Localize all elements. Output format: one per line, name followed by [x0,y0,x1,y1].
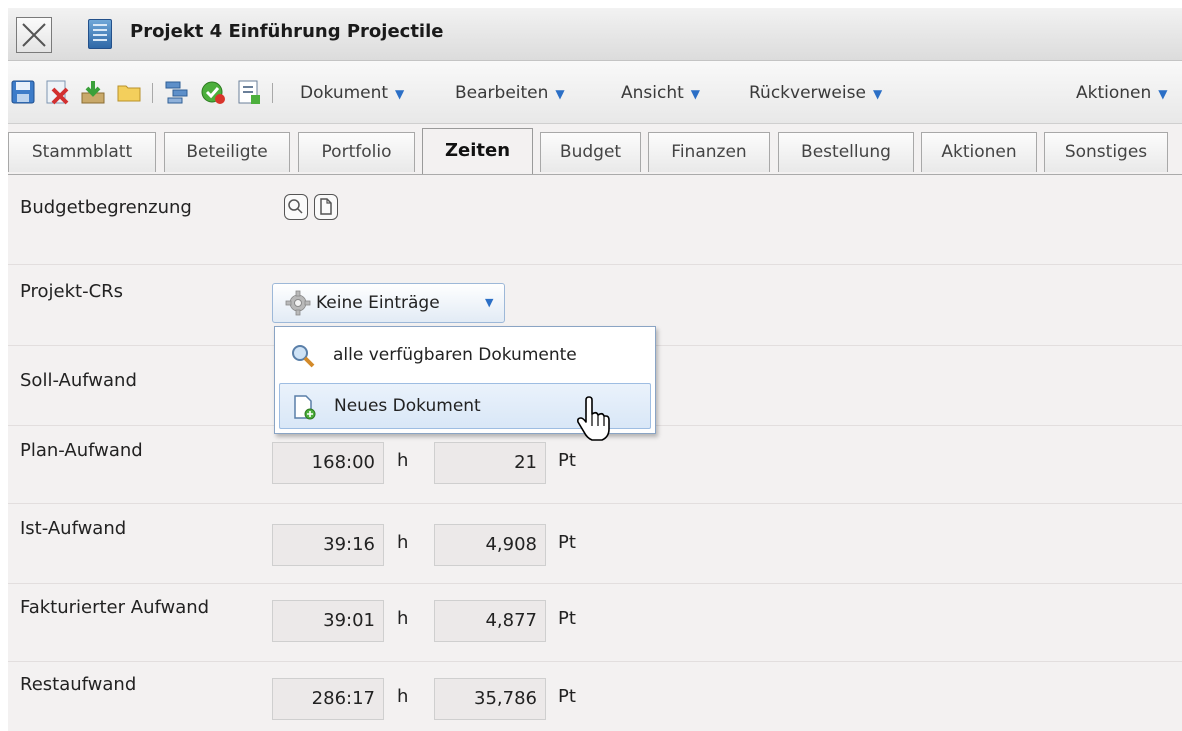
unit-hours: h [397,686,409,707]
tab-bestellung[interactable]: Bestellung [778,132,914,172]
label-projekt-crs: Projekt-CRs [20,281,124,302]
gear-icon [285,290,311,316]
tab-stammblatt[interactable]: Stammblatt [8,132,156,172]
new-document-button[interactable] [314,194,338,220]
ist-hours-field[interactable]: 39:16 [272,524,384,566]
row-budgetbegrenzung: Budgetbegrenzung [8,175,1182,265]
tab-sonstiges[interactable]: Sonstiges [1044,132,1168,172]
menu-rueckverweise[interactable]: Rückverweise ▼ [749,83,882,103]
chevron-down-icon: ▼ [872,87,883,101]
close-icon [22,23,46,47]
label-plan-aufwand: Plan-Aufwand [20,440,143,461]
unit-hours: h [397,450,409,471]
app-window: Projekt 4 Einführung Projectile Dokument… [8,8,1182,731]
new-document-icon [294,395,316,420]
document-icon [320,198,332,215]
approve-icon[interactable] [200,79,226,105]
close-button[interactable] [16,17,52,53]
row-fakturierter-aufwand: Fakturierter Aufwand 39:01 h 4,877 Pt [8,584,1182,662]
menu-rueckverweise-label: Rückverweise [749,83,866,103]
ist-points-field[interactable]: 4,908 [434,524,546,566]
row-restaufwand: Restaufwand 286:17 h 35,786 Pt [8,662,1182,731]
hand-cursor-icon [577,396,610,441]
plan-hours-field[interactable]: 168:00 [272,442,384,484]
unit-points: Pt [558,608,576,629]
unit-points: Pt [558,686,576,707]
menu-ansicht-label: Ansicht [621,83,684,103]
chevron-down-icon: ▼ [395,87,405,101]
label-ist-aufwand: Ist-Aufwand [20,518,127,539]
menu-bearbeiten-label: Bearbeiten [455,83,549,103]
chevron-down-icon: ▼ [485,296,494,309]
folder-icon[interactable] [116,79,142,105]
unit-hours: h [397,532,409,553]
import-icon[interactable] [80,79,106,105]
label-soll-aufwand: Soll-Aufwand [20,370,137,391]
rest-hours-field[interactable]: 286:17 [272,678,384,720]
toolbar-separator [272,83,273,103]
project-document-icon [88,19,112,49]
tab-portfolio[interactable]: Portfolio [298,132,415,172]
search-icon [288,199,303,214]
menu-ansicht[interactable]: Ansicht ▼ [621,83,700,103]
toolbar: Dokument ▼ Bearbeiten ▼ Ansicht ▼ Rückverwe… [8,61,1182,124]
tab-aktionen[interactable]: Aktionen [921,132,1037,172]
save-icon[interactable] [10,79,36,105]
fakturiert-hours-field[interactable]: 39:01 [272,600,384,642]
menu-item-alle-dokumente[interactable]: alle verfügbaren Dokumente [279,333,651,379]
label-budgetbegrenzung: Budgetbegrenzung [20,197,192,218]
unit-hours: h [397,608,409,629]
plan-points-field[interactable]: 21 [434,442,546,484]
label-restaufwand: Restaufwand [20,674,137,695]
chevron-down-icon: ▼ [555,87,565,101]
menu-aktionen-label: Aktionen [1076,83,1152,103]
projekt-crs-button-label: Keine Einträge [316,293,440,313]
menu-item-label: Neues Dokument [334,396,481,416]
projekt-crs-menu-button[interactable]: Keine Einträge ▼ [272,283,505,323]
window-title: Projekt 4 Einführung Projectile [130,21,444,42]
fakturiert-points-field[interactable]: 4,877 [434,600,546,642]
menu-dokument[interactable]: Dokument ▼ [300,83,404,103]
menu-item-label: alle verfügbaren Dokumente [333,345,577,365]
menu-bearbeiten[interactable]: Bearbeiten ▼ [455,83,565,103]
tab-finanzen[interactable]: Finanzen [648,132,770,172]
toolbar-separator [152,83,153,103]
menu-dokument-label: Dokument [300,83,389,103]
menu-aktionen[interactable]: Aktionen ▼ [1076,83,1168,103]
chevron-down-icon: ▼ [1158,87,1168,101]
label-fakturierter-aufwand: Fakturierter Aufwand [20,597,210,618]
title-bar: Projekt 4 Einführung Projectile [8,8,1182,61]
tab-bar: Stammblatt Beteiligte Portfolio Zeiten B… [8,126,1182,175]
unit-points: Pt [558,532,576,553]
tab-beteiligte[interactable]: Beteiligte [164,132,290,172]
unit-points: Pt [558,450,576,471]
chevron-down-icon: ▼ [690,87,701,101]
delete-icon[interactable] [44,79,70,105]
tab-zeiten[interactable]: Zeiten [422,128,533,174]
row-ist-aufwand: Ist-Aufwand 39:16 h 4,908 Pt [8,504,1182,584]
magnifier-icon [292,345,315,368]
rest-points-field[interactable]: 35,786 [434,678,546,720]
copy-icon[interactable] [164,79,190,105]
report-icon[interactable] [236,79,262,105]
tab-budget[interactable]: Budget [540,132,641,172]
search-button[interactable] [284,194,308,220]
